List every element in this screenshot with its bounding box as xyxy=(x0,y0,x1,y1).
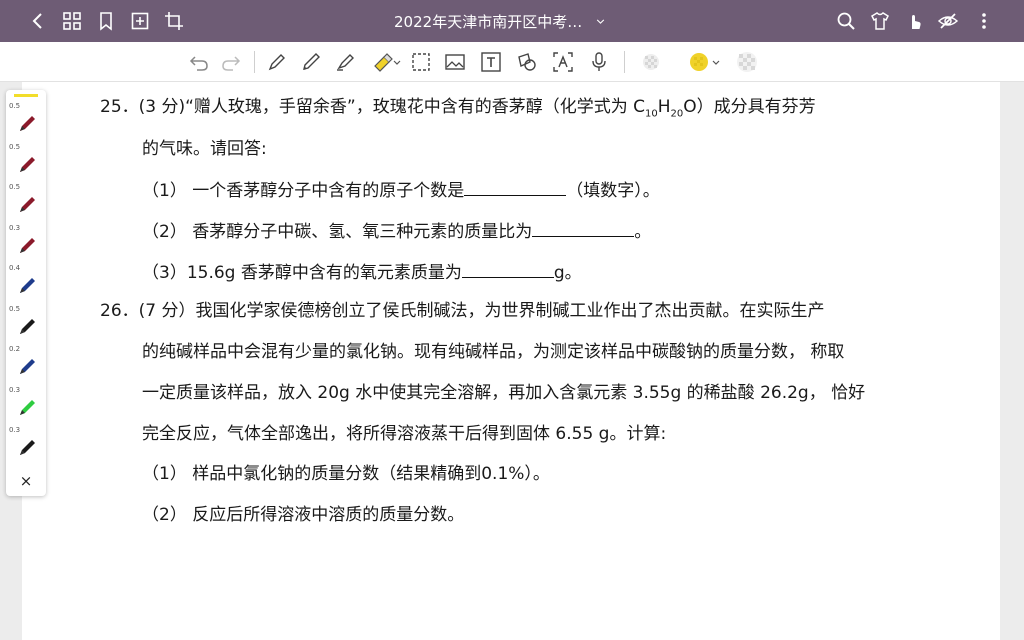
drawing-toolbar xyxy=(0,42,1024,82)
pen-preset[interactable]: 0.3 xyxy=(6,224,46,264)
pencil-icon[interactable] xyxy=(300,51,322,73)
pattern-icon[interactable] xyxy=(734,51,760,73)
marker-icon[interactable] xyxy=(334,51,356,73)
pen-preset[interactable]: 0.3 xyxy=(6,426,46,466)
pen-icon xyxy=(20,156,35,172)
q25-part3-tail: g。 xyxy=(553,263,582,283)
highlighter-icon[interactable] xyxy=(372,51,394,73)
toolbar-divider xyxy=(254,51,255,73)
formula-subscript: 10 xyxy=(645,108,658,120)
add-page-icon[interactable] xyxy=(130,11,150,31)
back-icon[interactable] xyxy=(28,11,48,31)
lasso-icon[interactable] xyxy=(410,51,432,73)
q26-part1: （1） 样品中氯化钠的质量分数（结果精确到0.1%）。 xyxy=(142,464,550,484)
toolbar-divider xyxy=(624,51,625,73)
mic-icon[interactable] xyxy=(588,51,610,73)
pen-palette: 0.5 0.5 0.5 0.3 0.4 0.5 0.2 0.3 0.3 × xyxy=(6,90,46,496)
pen-icon xyxy=(20,440,35,455)
pen-icon xyxy=(20,197,35,212)
q25-part1-text: （1） 一个香茅醇分子中含有的原子个数是 xyxy=(142,181,465,201)
pen-preset[interactable]: 0.5 xyxy=(6,102,46,142)
q25-line1: 25．(3 分)“赠人玫瑰，手留余香”，玫瑰花中含有的香茅醇（化学式为 C10H… xyxy=(100,92,816,119)
eraser-icon[interactable] xyxy=(640,51,662,73)
formula-subscript: 20 xyxy=(670,108,684,120)
pen-icon xyxy=(20,116,35,131)
close-palette-button[interactable]: × xyxy=(6,470,46,492)
pen-size-label: 0.3 xyxy=(9,385,21,394)
grid-icon[interactable] xyxy=(62,11,82,31)
pen-size-label: 0.4 xyxy=(9,264,21,272)
image-icon[interactable] xyxy=(444,51,466,73)
search-icon[interactable] xyxy=(836,11,856,31)
q26-line3: 一定质量该样品，放入 20g 水中使其完全溶解，再加入含氯元素 3.55g 的稀… xyxy=(142,383,866,403)
text-icon[interactable] xyxy=(480,51,502,73)
document-title-text: 2022年天津市南开区中考… xyxy=(394,13,583,31)
chevron-down-icon[interactable] xyxy=(595,13,606,31)
shape-icon[interactable] xyxy=(516,51,538,73)
redo-icon[interactable] xyxy=(220,51,242,73)
pen-preset[interactable]: 0.2 xyxy=(6,345,46,385)
q25-part2-tail: 。 xyxy=(634,222,652,242)
ocr-icon[interactable] xyxy=(552,51,574,73)
document-title[interactable]: 2022年天津市南开区中考… xyxy=(360,11,640,32)
top-bar: 2022年天津市南开区中考… xyxy=(0,0,1024,42)
color-picker-icon[interactable] xyxy=(688,51,710,73)
formula-h: H xyxy=(657,97,671,117)
shirt-icon[interactable] xyxy=(870,11,890,31)
pen-size-label: 0.5 xyxy=(9,304,21,313)
q25-part3-text: （3）15.6g 香茅醇中含有的氧元素质量为 xyxy=(142,263,462,283)
q25-part3: （3）15.6g 香茅醇中含有的氧元素质量为 g。 xyxy=(142,258,582,283)
page-margin xyxy=(1000,82,1024,640)
pen-icon xyxy=(20,278,35,293)
pen-size-label: 0.5 xyxy=(9,183,21,191)
q26-line4: 完全反应，气体全部逸出，将所得溶液蒸干后得到固体 6.55 g。计算: xyxy=(142,424,667,444)
answer-blank[interactable] xyxy=(461,262,554,278)
q26-line1: 26．(7 分）我国化学家侯德榜创立了侯氏制碱法，为世界制碱工业作出了杰出贡献。… xyxy=(100,301,825,321)
pen-size-label: 0.5 xyxy=(9,102,21,110)
q26-part2: （2） 反应后所得溶液中溶质的质量分数。 xyxy=(142,505,465,525)
q25-part2: （2） 香茅醇分子中碳、氢、氧三种元素的质量比为 。 xyxy=(142,217,651,242)
active-pen-indicator xyxy=(14,94,38,97)
undo-icon[interactable] xyxy=(188,51,210,73)
pen-size-label: 0.5 xyxy=(9,142,21,151)
q25-line2: 的气味。请回答: xyxy=(142,139,267,159)
q25-part1: （1） 一个香茅醇分子中含有的原子个数是 （填数字）。 xyxy=(142,176,660,201)
q25-part1-tail: （填数字）。 xyxy=(566,181,660,201)
pen-preset[interactable]: 0.3 xyxy=(6,386,46,426)
bookmark-icon[interactable] xyxy=(96,11,116,31)
pen-icon[interactable] xyxy=(266,51,288,73)
pen-icon xyxy=(20,318,35,334)
crop-icon[interactable] xyxy=(164,11,184,31)
answer-blank[interactable] xyxy=(464,180,567,196)
pen-preset[interactable]: 0.4 xyxy=(6,264,46,304)
pen-icon xyxy=(20,237,35,253)
q25-line1-tail: O）成分具有芬芳 xyxy=(683,97,816,117)
pen-preset[interactable]: 0.5 xyxy=(6,183,46,223)
more-icon[interactable] xyxy=(974,11,994,31)
chevron-down-icon[interactable] xyxy=(711,51,721,73)
pen-preset[interactable]: 0.5 xyxy=(6,143,46,183)
pen-preset[interactable]: 0.5 xyxy=(6,305,46,345)
touch-icon[interactable] xyxy=(904,11,924,31)
pen-size-label: 0.3 xyxy=(9,426,21,434)
eye-off-icon[interactable] xyxy=(938,11,958,31)
answer-blank[interactable] xyxy=(532,221,635,237)
pen-size-label: 0.3 xyxy=(9,223,21,232)
chevron-down-icon[interactable] xyxy=(392,51,402,73)
q25-part2-text: （2） 香茅醇分子中碳、氢、氧三种元素的质量比为 xyxy=(142,222,533,242)
pen-icon xyxy=(20,359,35,374)
pen-icon xyxy=(20,399,35,415)
q25-line1-text: 25．(3 分)“赠人玫瑰，手留余香”，玫瑰花中含有的香茅醇（化学式为 C xyxy=(100,97,646,117)
pen-size-label: 0.2 xyxy=(9,345,21,353)
q26-line2: 的纯碱样品中会混有少量的氯化钠。现有纯碱样品，为测定该样品中碳酸钠的质量分数， … xyxy=(142,342,845,362)
